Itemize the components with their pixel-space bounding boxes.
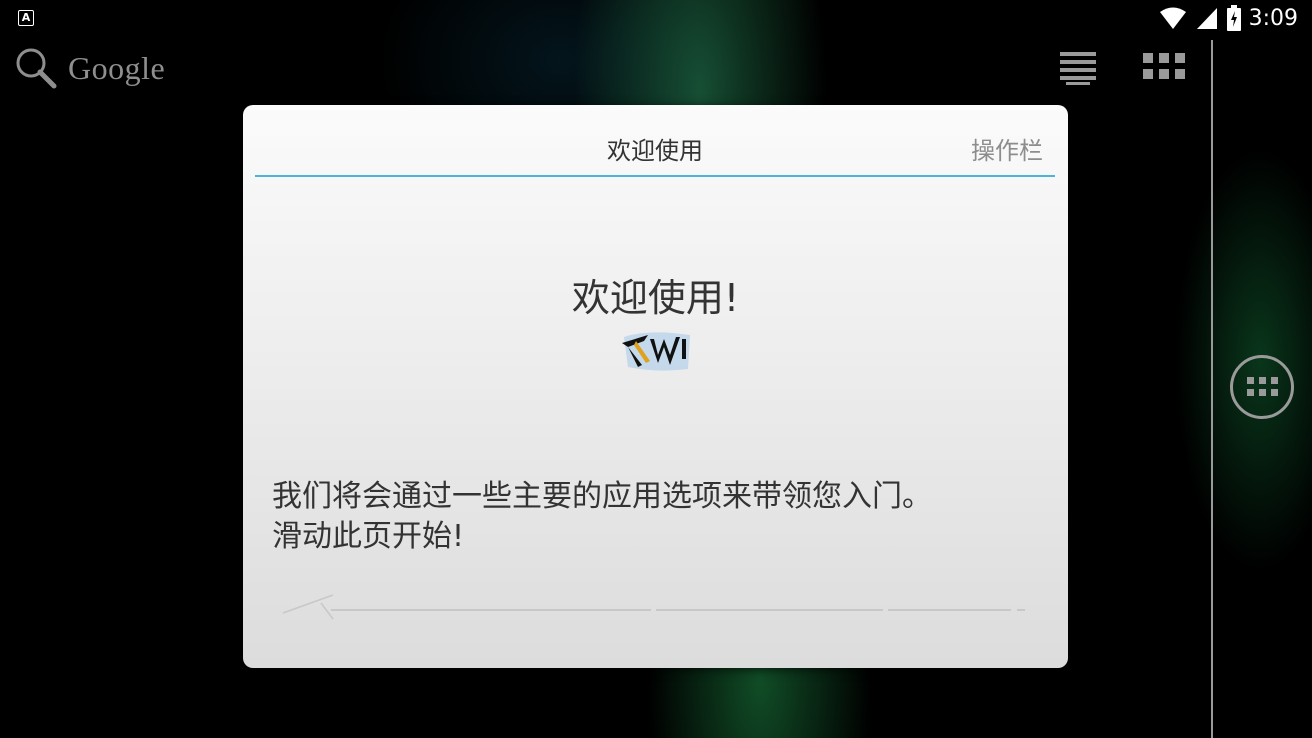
welcome-dialog[interactable]: 欢迎使用 操作栏 欢迎使用! 我们将会通过一些主要的应用选项来带领您入门。 滑动… <box>243 105 1068 668</box>
search-icon <box>16 48 57 89</box>
app-logo-icon <box>622 332 690 371</box>
notification-a-icon: A <box>18 10 34 26</box>
clock: 3:09 <box>1248 5 1298 31</box>
tab-welcome[interactable]: 欢迎使用 <box>255 131 1055 166</box>
voice-list-icon[interactable] <box>1060 50 1096 86</box>
google-search-label: Google <box>68 49 166 86</box>
apps-grid-icon[interactable] <box>1143 53 1185 81</box>
dialog-tab-strip: 欢迎使用 操作栏 <box>255 105 1055 177</box>
google-search-bar[interactable]: Google <box>14 46 165 90</box>
wifi-icon <box>1159 7 1186 29</box>
all-apps-button[interactable] <box>1230 355 1294 419</box>
battery-charging-icon <box>1226 5 1241 31</box>
welcome-line-1: 我们将会通过一些主要的应用选项来带领您入门。 <box>272 479 932 514</box>
status-icons: 3:09 <box>1159 4 1298 32</box>
welcome-heading: 欢迎使用! <box>571 276 740 320</box>
swipe-hint-indicator <box>282 594 1025 620</box>
tab-action-bar[interactable]: 操作栏 <box>971 131 1043 166</box>
all-apps-icon <box>1247 377 1278 396</box>
cell-signal-icon <box>1196 8 1217 29</box>
status-bar: A 3:09 <box>0 0 1312 36</box>
home-screen: A 3:09 Google 欢迎使用 操作栏 欢迎使用! 我们将会通过一些主要的… <box>0 0 1312 738</box>
hotseat-divider <box>1211 40 1213 738</box>
welcome-message: 我们将会通过一些主要的应用选项来带领您入门。 滑动此页开始! <box>272 477 1032 557</box>
welcome-line-2: 滑动此页开始! <box>272 519 465 554</box>
